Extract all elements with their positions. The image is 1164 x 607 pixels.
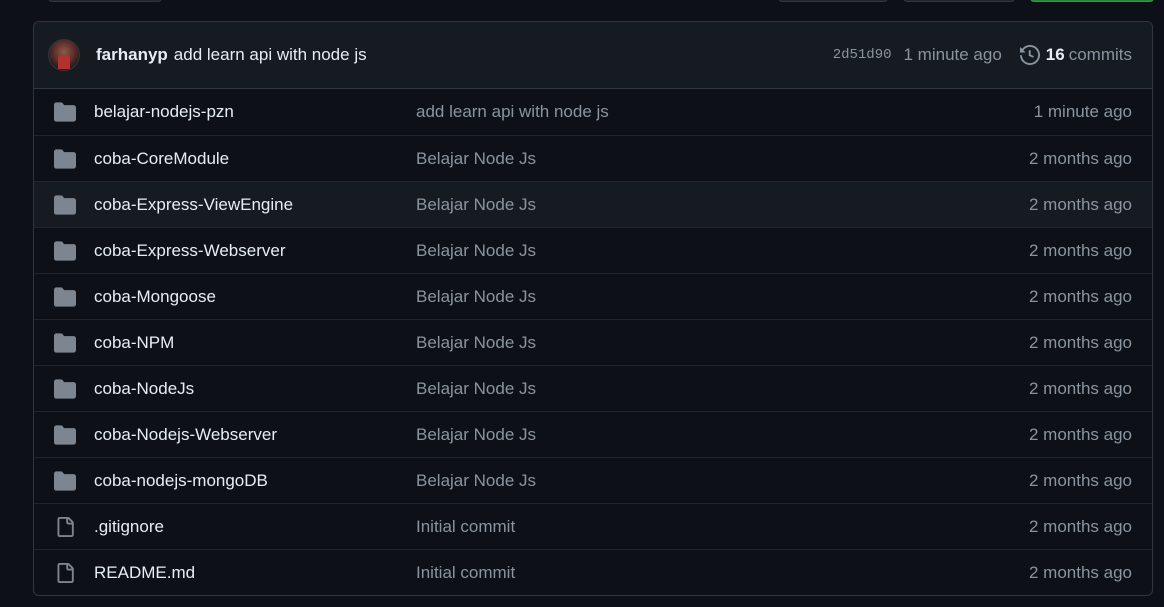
file-name-link[interactable]: coba-Nodejs-Webserver (94, 425, 416, 445)
top-toolbar-edge (0, 0, 1164, 4)
file-row[interactable]: coba-Nodejs-Webserver Belajar Node Js 2 mo… (34, 411, 1152, 457)
file-commit-message[interactable]: Belajar Node Js (416, 333, 1029, 353)
file-commit-message[interactable]: Belajar Node Js (416, 195, 1029, 215)
file-name-link[interactable]: coba-NodeJs (94, 379, 416, 399)
history-icon (1019, 44, 1040, 66)
file-commit-message[interactable]: Belajar Node Js (416, 471, 1029, 491)
file-commit-message[interactable]: Belajar Node Js (416, 379, 1029, 399)
commit-author[interactable]: farhanyp (96, 45, 168, 65)
folder-icon (54, 148, 76, 170)
file-commit-message[interactable]: Belajar Node Js (416, 425, 1029, 445)
folder-icon (54, 286, 76, 308)
folder-icon (54, 240, 76, 262)
file-row[interactable]: .gitignore Initial commit 2 months ago (34, 503, 1152, 549)
file-row[interactable]: belajar-nodejs-pzn add learn api with nod… (34, 89, 1152, 135)
file-name-link[interactable]: README.md (94, 563, 416, 583)
file-commit-age: 2 months ago (1028, 332, 1132, 352)
file-row[interactable]: coba-Express-ViewEngine Belajar Node Js 2 … (34, 181, 1152, 227)
file-commit-age: 2 months ago (1028, 194, 1132, 214)
folder-icon (54, 424, 76, 446)
file-row[interactable]: coba-Express-Webserver Belajar Node Js 2 m… (34, 227, 1152, 273)
file-commit-age: 2 months ago (1028, 378, 1132, 398)
file-commit-message[interactable]: Belajar Node Js (416, 149, 1029, 169)
file-icon (54, 562, 76, 584)
file-name-link[interactable]: coba-NPM (94, 333, 416, 353)
file-name-link[interactable]: coba-Express-ViewEngine (94, 195, 416, 215)
folder-icon (54, 470, 76, 492)
file-commit-age: 2 months ago (1028, 562, 1132, 582)
file-row[interactable]: coba-CoreModule Belajar Node Js 2 months a… (34, 135, 1152, 181)
file-commit-age: 1 minute ago (1033, 102, 1132, 121)
file-commit-age: 2 months ago (1028, 148, 1132, 168)
file-row[interactable]: coba-Mongoose Belajar Node Js 2 months ago (34, 273, 1152, 319)
latest-commit-bar: farhanyp add learn api with node js 2d51… (34, 22, 1152, 89)
commit-count: 16 (1045, 45, 1065, 64)
file-commit-age: 2 months ago (1028, 470, 1132, 490)
code-button-edge[interactable] (1030, 0, 1154, 2)
file-commit-message[interactable]: Belajar Node Js (416, 287, 1029, 307)
file-name-link[interactable]: coba-CoreModule (94, 149, 416, 169)
folder-icon (54, 378, 76, 400)
commit-time[interactable]: 1 minute ago (904, 45, 1002, 65)
commit-sha[interactable]: 2d51d90 (833, 47, 892, 63)
file-commit-message[interactable]: add learn api with node js (416, 102, 1034, 122)
file-name-link[interactable]: belajar-nodejs-pzn (94, 102, 416, 122)
folder-icon (54, 332, 76, 354)
folder-icon (54, 101, 76, 123)
file-commit-age: 2 months ago (1028, 516, 1132, 536)
branch-button-edge[interactable] (48, 0, 162, 2)
file-row[interactable]: coba-NPM Belajar Node Js 2 months ago (34, 319, 1152, 365)
go-to-file-button-edge[interactable] (778, 0, 888, 2)
file-commit-age: 2 months ago (1028, 240, 1132, 260)
commits-link[interactable]: 16 commits (1019, 44, 1132, 66)
file-commit-message[interactable]: Belajar Node Js (416, 241, 1029, 261)
file-name-link[interactable]: coba-Express-Webserver (94, 241, 416, 261)
file-commit-age: 2 months ago (1028, 424, 1132, 444)
file-commit-message[interactable]: Initial commit (416, 517, 1029, 537)
file-list: belajar-nodejs-pzn add learn api with nod… (34, 89, 1152, 595)
file-row[interactable]: coba-nodejs-mongoDB Belajar Node Js 2 mont… (34, 457, 1152, 503)
author-avatar[interactable] (48, 39, 80, 71)
file-name-link[interactable]: coba-Mongoose (94, 287, 416, 307)
file-row[interactable]: README.md Initial commit 2 months ago (34, 549, 1152, 595)
commits-label: commits (1068, 45, 1132, 64)
file-commit-message[interactable]: Initial commit (416, 563, 1029, 583)
file-icon (54, 516, 76, 538)
add-file-button-edge[interactable] (903, 0, 1015, 2)
repo-file-browser: farhanyp add learn api with node js 2d51… (33, 21, 1153, 596)
folder-icon (54, 194, 76, 216)
file-name-link[interactable]: .gitignore (94, 517, 416, 537)
file-row[interactable]: coba-NodeJs Belajar Node Js 2 months ago (34, 365, 1152, 411)
commit-message[interactable]: add learn api with node js (174, 45, 367, 65)
file-name-link[interactable]: coba-nodejs-mongoDB (94, 471, 416, 491)
file-commit-age: 2 months ago (1028, 286, 1132, 306)
